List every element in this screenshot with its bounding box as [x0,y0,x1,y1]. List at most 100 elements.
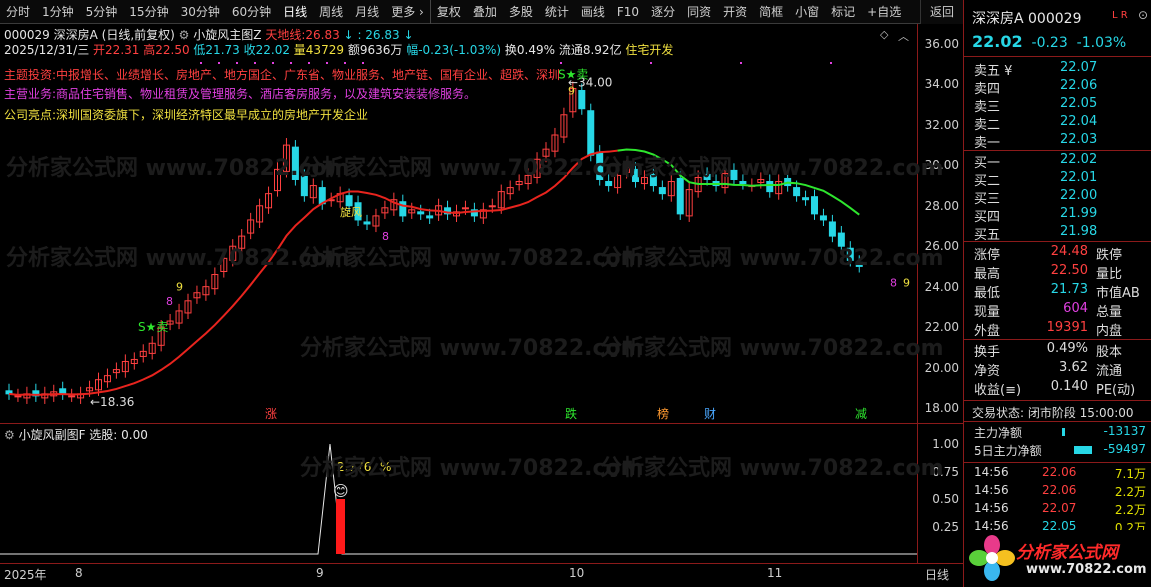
toolbar-item[interactable]: 多股 [503,0,539,24]
sub-canvas[interactable] [0,424,917,564]
ask-price: 22.03 [1060,132,1098,147]
toolbar-item[interactable]: 月线 [349,0,385,24]
candle-body[interactable] [828,221,836,237]
toolbar-item[interactable]: 简框 [753,0,789,24]
candle-body[interactable] [730,169,738,180]
toolbar-item[interactable]: 画线 [575,0,611,24]
toolbar-item[interactable]: 开资 [717,0,753,24]
candle-body[interactable] [363,221,371,225]
event-tag[interactable]: 跌 [565,406,577,421]
toolbar-item[interactable]: +自选 [861,0,907,24]
panel-badge: L R [1112,10,1128,21]
candle-body[interactable] [632,168,639,183]
candle-body[interactable] [802,197,810,201]
toolbar-item[interactable]: 5分钟 [80,0,124,24]
stat-row: 换手 0.49% 股本 [972,341,1148,360]
diamond-icon[interactable]: ◇ [880,28,888,41]
sector-tag[interactable]: 住宅开发 [625,43,673,57]
toolbar-item[interactable]: F10 [611,0,645,24]
toolbar-item[interactable]: 叠加 [467,0,503,24]
indicator-name[interactable]: 小旋风主图Z [193,28,261,42]
candle-body[interactable] [658,187,666,195]
toolbar-item[interactable]: 15分钟 [123,0,174,24]
candle-body[interactable] [596,151,604,180]
bar-close: 收22.02 [243,43,290,57]
candle-body[interactable] [417,211,425,215]
toolbar-item[interactable]: 统计 [539,0,575,24]
date-label: 2025年 [4,568,47,582]
count-label: 9 [903,277,910,290]
ask-row[interactable]: 卖二 22.04 [972,114,1148,133]
candle-body[interactable] [766,181,774,193]
flow-row[interactable]: 5日主力净额 -59497 [972,442,1148,460]
stat-label: 内盘 [1096,324,1123,339]
signal-dot [830,62,832,64]
candle-body[interactable] [605,181,613,187]
bar-date: 2025/12/31/三 [4,43,90,57]
price-tick-label: 20.00 [924,360,959,375]
candle-body[interactable] [426,215,434,219]
toolbar-item[interactable]: 复权 [429,0,467,24]
bid-row[interactable]: 买二 22.01 [972,170,1148,189]
kline-canvas[interactable]: ←18.36←34.00S★卖S★卖98898 9旋风涨跌榜财减 [0,24,917,424]
candle-body[interactable] [811,196,818,215]
toolbar-item[interactable]: 日线 [277,0,313,24]
toolbar-item[interactable]: 30分钟 [175,0,226,24]
candle-body[interactable] [649,173,657,187]
event-tag[interactable]: 财 [704,407,716,421]
candle-body[interactable] [846,247,854,261]
sub-chart-title[interactable]: 小旋风副图F 选股: 0.00 [19,428,148,442]
logo-text: 分析家公式网 [1016,543,1118,563]
flow-row[interactable]: 主力净额 -13137 [972,424,1148,442]
bid-row[interactable]: 买一 22.02 [972,152,1148,171]
ask-row[interactable]: 卖三 22.05 [972,96,1148,115]
candle-body[interactable] [578,90,586,110]
event-tag[interactable]: 涨 [265,406,277,421]
toolbar-item[interactable]: 分时 [0,0,36,24]
bid-row[interactable]: 买三 22.00 [972,188,1148,207]
candle-body[interactable] [291,146,299,180]
candle-body[interactable] [300,175,308,197]
candle-body[interactable] [14,395,22,398]
ask-row[interactable]: 卖五 ¥ 22.07 [972,60,1148,79]
candle-body[interactable] [739,181,747,185]
candle-body[interactable] [837,232,845,247]
candle-body[interactable] [855,261,863,267]
candle-body[interactable] [703,173,711,180]
candle-body[interactable] [345,195,353,207]
toolbar-item[interactable]: 周线 [313,0,349,24]
sky-line-value: 26.83 [305,28,340,42]
candle-body[interactable] [793,187,801,197]
expand-icon[interactable]: ⊙ [1138,8,1148,22]
candle-body[interactable] [676,177,684,215]
tick-time: 14:56 [974,501,1009,515]
toolbar-item[interactable]: 60分钟 [226,0,277,24]
gear-icon[interactable]: ⚙ [179,28,190,42]
bid-price: 22.01 [1060,170,1098,185]
ask-row[interactable]: 卖一 22.03 [972,132,1148,151]
event-tag[interactable]: 减 [855,407,867,421]
toolbar-item[interactable]: 1分钟 [36,0,80,24]
candle-body[interactable] [68,395,76,398]
stat-label: 最低 [974,286,1001,301]
toolbar-item[interactable]: 标记 [825,0,861,24]
bid-row[interactable]: 买四 21.99 [972,206,1148,225]
main-kline-chart[interactable]: ←18.36 ←34.00 S★卖 S★卖 9 8 8 9 8 9 旋风涨跌榜财减 000029 深… [0,24,963,424]
tick-time: 14:56 [974,483,1009,497]
event-tag[interactable]: 榜 [657,406,669,421]
gear-icon[interactable]: ⚙ [4,428,15,442]
toolbar-item[interactable]: 更多 › [385,0,430,24]
ask-row[interactable]: 卖四 22.06 [972,78,1148,97]
candle-body[interactable] [587,110,595,156]
toolbar-item[interactable]: 同资 [681,0,717,24]
sub-indicator-chart[interactable]: ⚙ 小旋风副图F 选股: 0.00 2.776 % 😊 [0,424,963,564]
stat-label: 股本 [1096,345,1123,360]
chevron-up-icon[interactable]: ︿ [898,28,909,44]
toolbar-item[interactable]: 小窗 [789,0,825,24]
candle-body[interactable] [59,388,67,395]
candle-body[interactable] [819,215,827,221]
back-button[interactable]: 返回 [920,0,963,24]
toolbar-item[interactable]: 逐分 [645,0,681,24]
arrow-down-icon: ↓ [343,28,354,42]
bid-row[interactable]: 买五 21.98 [972,224,1148,243]
